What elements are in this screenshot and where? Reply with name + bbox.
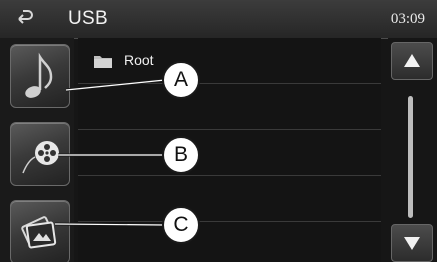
list-item[interactable]: Root [78, 38, 381, 84]
clock: 03:09 [390, 11, 425, 27]
file-list: Root [78, 38, 381, 262]
callout-label-c: C [162, 206, 200, 244]
list-item-label: Root [124, 52, 154, 68]
scrollbar[interactable] [408, 96, 413, 218]
header-bar: USB 03:09 [0, 0, 437, 39]
callout-label-b: B [162, 136, 200, 174]
empty-row [78, 176, 381, 222]
callout-label-a: A [162, 61, 200, 99]
photo-icon [21, 216, 57, 249]
scroll-down-button[interactable] [391, 224, 433, 262]
triangle-up-icon [404, 54, 420, 67]
page-title: USB [68, 8, 108, 29]
film-reel-icon [22, 141, 59, 174]
photo-button[interactable] [10, 200, 70, 262]
music-button[interactable] [10, 44, 70, 108]
folder-icon [94, 56, 112, 68]
source-sidebar [0, 38, 74, 262]
triangle-down-icon [404, 237, 420, 250]
back-arrow-icon[interactable] [13, 8, 35, 30]
empty-row [78, 84, 381, 130]
empty-row [78, 130, 381, 176]
scroll-up-button[interactable] [391, 42, 433, 80]
scroll-column [388, 38, 437, 262]
video-button[interactable] [10, 122, 70, 186]
usb-media-screen: USB 03:09 Root [0, 0, 437, 262]
music-note-icon [25, 52, 53, 98]
